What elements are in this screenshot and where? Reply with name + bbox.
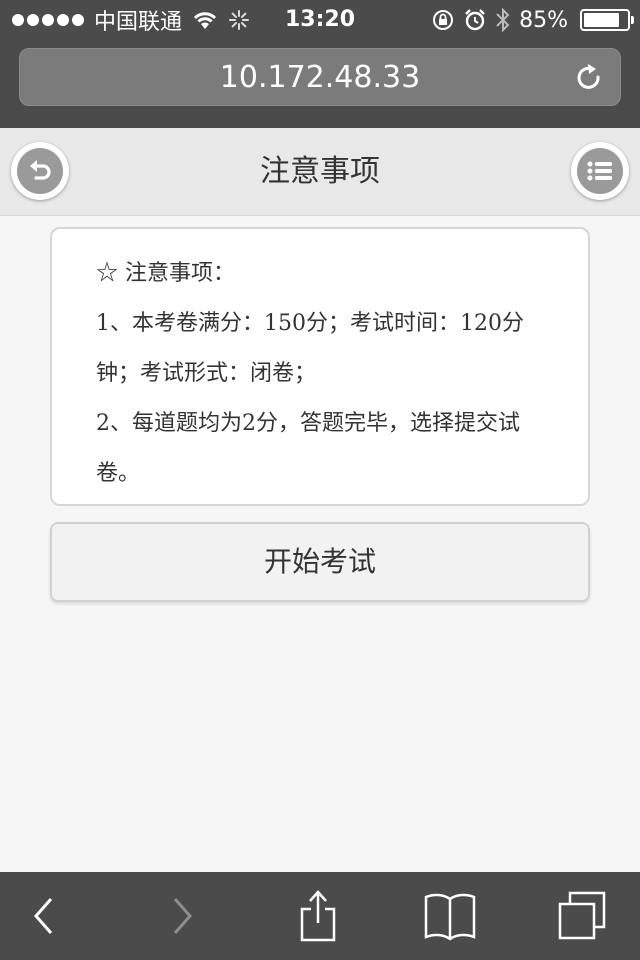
status-right: 85% (431, 0, 634, 40)
menu-button[interactable] (571, 142, 629, 200)
book-icon (424, 893, 476, 941)
battery-percent: 85% (519, 7, 568, 33)
carrier-name: 中国联通 (94, 10, 183, 35)
battery-icon (580, 9, 634, 31)
address-bar[interactable]: 10.172.48.33 (19, 48, 621, 106)
notice-heading: ☆ 注意事项： (96, 261, 235, 286)
bookmarks-button[interactable] (420, 886, 480, 946)
tabs-button[interactable] (552, 886, 612, 946)
signal-strength-icon (12, 14, 84, 26)
rotation-lock-icon (433, 10, 454, 30)
notice-item-1: 1、本考卷满分：150分；考试时间：120分钟；考试形式：闭卷； (96, 311, 524, 386)
reload-icon[interactable] (574, 63, 604, 93)
list-menu-icon (577, 148, 623, 194)
page-title: 注意事项 (260, 154, 380, 189)
share-icon (300, 890, 336, 942)
status-left: 中国联通 (12, 0, 250, 40)
status-bar: 中国联通 13:20 85% (0, 0, 640, 40)
browser-address-area: 10.172.48.33 (0, 40, 640, 128)
battery-level-fill (584, 13, 620, 27)
browser-forward-button[interactable] (152, 886, 212, 946)
wifi-icon (193, 12, 217, 29)
browser-back-button[interactable] (14, 886, 74, 946)
alarm-icon (465, 9, 485, 31)
notice-item-2: 2、每道题均为2分，答题完毕，选择提交试卷。 (96, 411, 520, 486)
browser-toolbar (0, 872, 640, 960)
bluetooth-icon (496, 7, 510, 33)
chevron-left-icon (33, 898, 53, 934)
start-exam-button[interactable]: 开始考试 (50, 522, 590, 602)
page-header: 注意事项 (0, 128, 640, 216)
share-button[interactable] (288, 886, 348, 946)
notice-card: ☆ 注意事项： 1、本考卷满分：150分；考试时间：120分钟；考试形式：闭卷；… (50, 227, 590, 506)
tabs-icon (558, 891, 606, 940)
chevron-right-icon (173, 898, 193, 934)
loading-spinner-icon (229, 10, 250, 30)
url-text[interactable]: 10.172.48.33 (20, 49, 620, 107)
